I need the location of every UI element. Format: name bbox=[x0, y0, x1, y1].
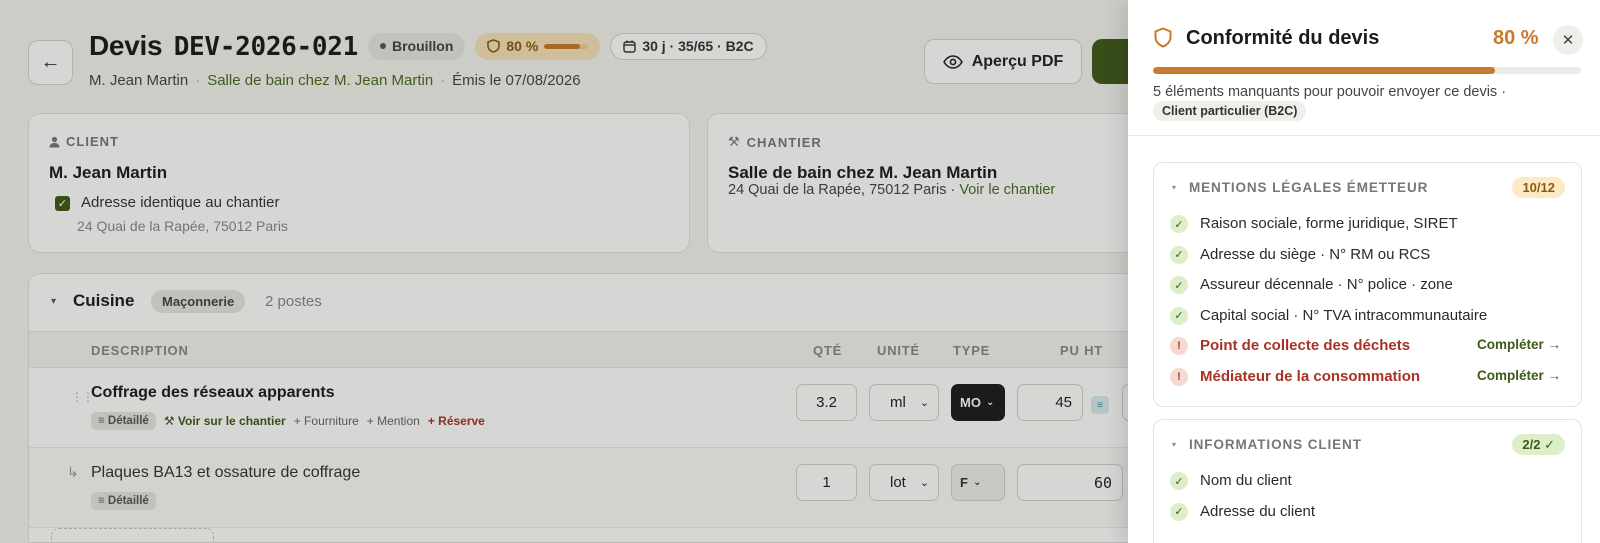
checklist-item: ✓ Capital social · N° TVA intracommunauta… bbox=[1154, 301, 1581, 332]
compliance-panel: Conformité du devis 80 % ✕ 5 éléments ma… bbox=[1128, 0, 1600, 543]
group-title: MENTIONS LÉGALES ÉMETTEUR bbox=[1189, 180, 1429, 195]
complete-link[interactable]: Compléter → bbox=[1477, 368, 1561, 383]
compliance-description: 5 éléments manquants pour pouvoir envoye… bbox=[1153, 84, 1507, 100]
checklist-item-missing: ! Point de collecte des déchets Compléter … bbox=[1154, 331, 1581, 362]
compliance-panel-header: Conformité du devis 80 % ✕ 5 éléments ma… bbox=[1128, 0, 1600, 136]
checklist-item: ✓ Assureur décennale · N° police · zone bbox=[1154, 270, 1581, 301]
shield-icon bbox=[1154, 27, 1172, 48]
group-header[interactable]: ▾ MENTIONS LÉGALES ÉMETTEUR 10/12 bbox=[1154, 163, 1581, 209]
close-icon: ✕ bbox=[1561, 32, 1575, 49]
group-client-info: ▾ INFORMATIONS CLIENT 2/2 ✓ ✓ Nom du clie… bbox=[1153, 419, 1582, 543]
compliance-title: Conformité du devis bbox=[1186, 27, 1380, 49]
checklist-item: ✓ Adresse du siège · N° RM ou RCS bbox=[1154, 240, 1581, 271]
checklist-item-missing: ! Médiateur de la consommation Compléter → bbox=[1154, 362, 1581, 393]
checklist-item: ✓ Raison sociale, forme juridique, SIRET bbox=[1154, 209, 1581, 240]
client-type-chip: Client particulier (B2C) bbox=[1153, 101, 1307, 121]
group-count-badge: 10/12 bbox=[1512, 177, 1565, 198]
complete-link[interactable]: Compléter → bbox=[1477, 337, 1561, 352]
group-header[interactable]: ▾ INFORMATIONS CLIENT 2/2 ✓ bbox=[1154, 420, 1581, 466]
group-items: ✓ Raison sociale, forme juridique, SIRET … bbox=[1154, 209, 1581, 392]
compliance-progress-fill bbox=[1153, 67, 1496, 74]
check-icon: ✓ bbox=[1170, 245, 1188, 264]
checklist-item: ✓ Adresse du client bbox=[1154, 497, 1581, 528]
caret-down-icon: ▾ bbox=[1172, 440, 1177, 449]
group-title: INFORMATIONS CLIENT bbox=[1189, 437, 1362, 452]
check-icon: ✓ bbox=[1170, 306, 1188, 325]
caret-down-icon: ▾ bbox=[1172, 183, 1177, 192]
alert-icon: ! bbox=[1170, 337, 1188, 355]
check-icon: ✓ bbox=[1170, 215, 1188, 233]
checklist-item: ✓ Nom du client bbox=[1154, 466, 1581, 497]
group-items: ✓ Nom du client ✓ Adresse du client bbox=[1154, 466, 1581, 527]
compliance-progress-bar bbox=[1153, 67, 1581, 74]
close-button[interactable]: ✕ bbox=[1553, 25, 1583, 55]
group-legal-mentions: ▾ MENTIONS LÉGALES ÉMETTEUR 10/12 ✓ Raiso… bbox=[1153, 162, 1582, 407]
alert-icon: ! bbox=[1170, 367, 1188, 386]
group-count-badge: 2/2 ✓ bbox=[1512, 434, 1565, 455]
check-icon: ✓ bbox=[1170, 502, 1188, 521]
check-icon: ✓ bbox=[1170, 472, 1188, 490]
compliance-score: 80 % bbox=[1493, 27, 1539, 49]
check-icon: ✓ bbox=[1170, 276, 1188, 294]
